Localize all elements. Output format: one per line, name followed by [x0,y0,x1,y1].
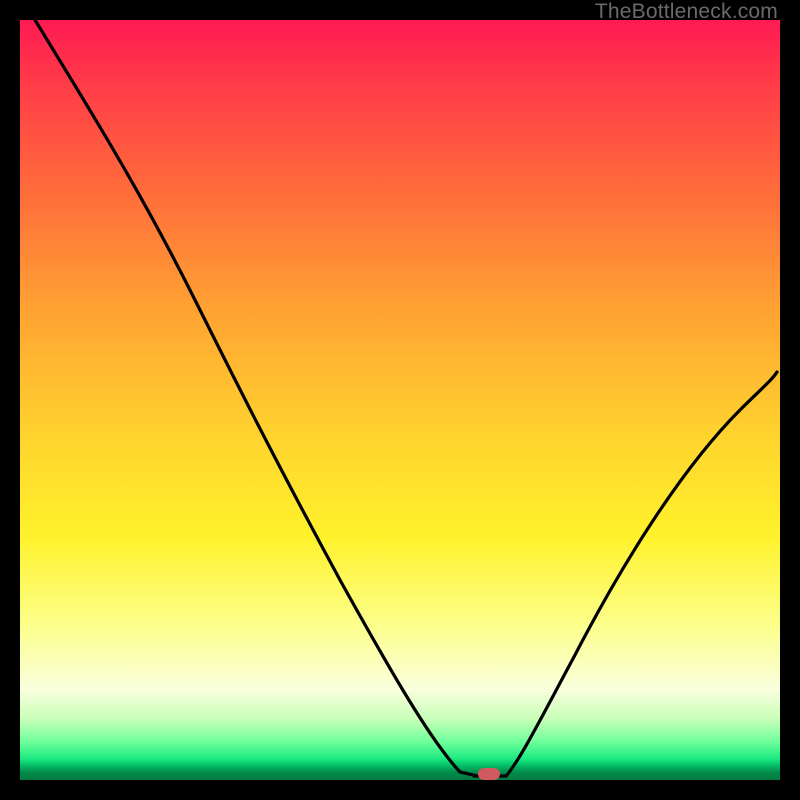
chart-frame: TheBottleneck.com [0,0,800,800]
curve-left-arm [35,20,478,776]
sweet-spot-marker [478,768,500,780]
bottleneck-curve-layer [20,20,780,780]
watermark-text: TheBottleneck.com [595,0,778,24]
curve-right-arm [506,372,777,776]
